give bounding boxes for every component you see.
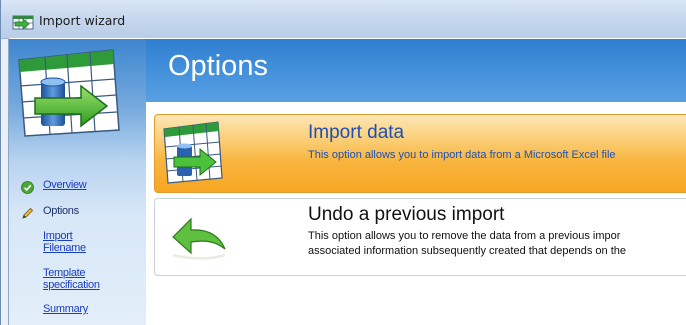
import-spreadsheet-logo-icon	[18, 49, 120, 137]
step-options-label[interactable]: Options	[43, 205, 79, 218]
undo-import-description: This option allows you to remove the dat…	[308, 229, 626, 259]
step-summary-label[interactable]: Summary	[43, 303, 88, 316]
page-title: Options	[168, 50, 268, 82]
import-spreadsheet-icon	[163, 121, 223, 184]
import-wizard-window: Import wizard Options Overview Options I…	[0, 0, 686, 325]
undo-import-description-line-2: associated information subsequently crea…	[308, 245, 626, 257]
wizard-app-icon	[12, 15, 34, 30]
import-data-description: This option allows you to import data fr…	[308, 149, 616, 161]
step-import-filename-label[interactable]: Import Filename	[43, 230, 86, 254]
import-data-option[interactable]: Import data This option allows you to im…	[154, 114, 686, 193]
step-template-specification-label[interactable]: Template specification	[43, 267, 123, 291]
title-bar[interactable]: Import wizard	[1, 0, 686, 39]
step-overview-label[interactable]: Overview	[43, 179, 87, 192]
undo-arrow-icon	[172, 217, 226, 260]
window-title: Import wizard	[39, 13, 126, 28]
undo-import-description-line-1: This option allows you to remove the dat…	[308, 230, 621, 242]
undo-import-title: Undo a previous import	[308, 204, 505, 225]
import-data-title: Import data	[308, 122, 405, 143]
undo-import-option[interactable]: Undo a previous import This option allow…	[154, 198, 686, 276]
check-circle-icon	[21, 181, 34, 194]
pencil-icon	[22, 207, 34, 219]
